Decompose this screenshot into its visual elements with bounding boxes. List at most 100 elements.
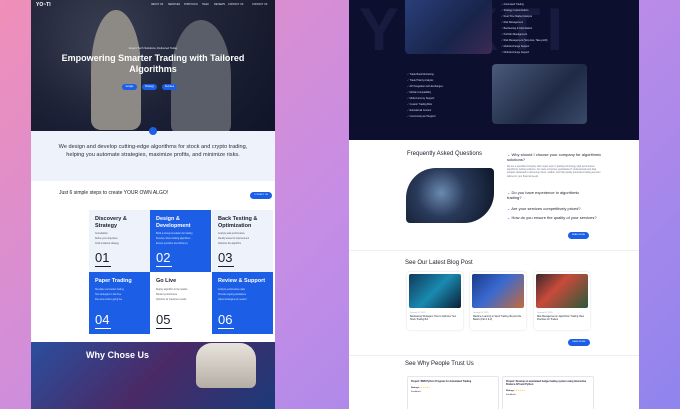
hero-button[interactable]: Google — [122, 84, 137, 90]
step-card[interactable]: Discovery & Strategy Consultation Define… — [89, 210, 150, 272]
step-card[interactable]: Design & Development Build a strong foun… — [150, 210, 211, 272]
step-underline — [156, 266, 172, 267]
blog-caption[interactable]: Risk Management in Algorithmic Trading: … — [537, 316, 587, 323]
divider — [349, 355, 639, 356]
nav-item[interactable]: CONTACT US — [252, 3, 267, 6]
blog-card[interactable]: January 10, 2025 Backtesting Strategies:… — [407, 272, 463, 330]
faq-question[interactable]: Do you have experience in algorithmic tr… — [507, 190, 587, 200]
feature-check: Trade History Analysis — [407, 79, 434, 82]
blog-card[interactable]: January 08, 2025 Machine Learning in Sto… — [470, 272, 526, 330]
step-card[interactable]: Review & Support Analyze performance dat… — [212, 272, 273, 334]
hero-button[interactable]: Services — [162, 84, 177, 90]
blog-image — [536, 274, 588, 308]
step-line: Craft a tailored strategy — [95, 243, 119, 245]
vr-headset-image — [196, 343, 256, 388]
step-number: 06 — [218, 312, 233, 327]
divider — [349, 250, 639, 251]
nav-item[interactable]: TEAM — [202, 3, 209, 6]
step-title: Discovery & Strategy — [95, 216, 127, 229]
nav-item[interactable]: CONTACT US — [228, 3, 243, 6]
step-card[interactable]: Paper Trading Simulate real market tradi… — [89, 272, 150, 334]
step-number: 02 — [156, 250, 171, 265]
hero-button[interactable]: Strategy — [142, 84, 157, 90]
nav-item[interactable]: ABOUT US — [151, 3, 163, 6]
feature-check: Mobile Compatibility — [407, 91, 431, 94]
feature-check: Multi-Exchange Support — [501, 51, 530, 54]
blog-card[interactable]: January 05, 2025 Risk Management in Algo… — [534, 272, 590, 330]
faq-read-more-button[interactable]: READ MORE — [568, 232, 589, 239]
faq-question[interactable]: How do you ensure the quality of your se… — [507, 215, 602, 220]
step-line: Adjust strategies as needed — [218, 298, 247, 301]
step-title: Go Live — [156, 278, 177, 284]
nav-item[interactable]: PORTFOLIO — [184, 3, 198, 6]
feature-check: Educational Content — [407, 109, 432, 112]
faq-question[interactable]: Are your services competitively priced? — [507, 206, 617, 211]
step-card[interactable]: Go Live Deploy algorithm to the market M… — [150, 272, 211, 334]
step-title: Back Testing & Optimization — [218, 216, 258, 229]
blog-image — [409, 274, 461, 308]
rating-label: Ratings: — [506, 390, 515, 393]
left-page-screenshot: YO~TI ABOUT US SERVICES PORTFOLIO TEAM R… — [31, 0, 275, 409]
feature-check: Automated Trading — [501, 3, 524, 6]
testimonial-card: Project: Develop an automated hedge trad… — [502, 376, 594, 409]
blog-date: January 05, 2025 — [537, 312, 553, 314]
testimonial-rating: Ratings: ★★★★★ — [506, 389, 590, 392]
faq-question[interactable]: Why should I choose your company for alg… — [507, 152, 607, 162]
blog-caption[interactable]: Machine Learning in Stock Trading: Beyon… — [473, 316, 523, 323]
feature-check: Risk Management — [501, 21, 523, 24]
step-line: Optimize the algorithm — [218, 243, 241, 245]
intro-text: We design and develop cutting-edge algor… — [58, 144, 248, 158]
feature-check: Multi-Exchange Support — [501, 45, 530, 48]
nav-item[interactable]: SERVICES — [168, 3, 180, 6]
blog-read-more-button[interactable]: READ MORE — [568, 339, 590, 346]
feature-check: API Integration with Exchanges — [407, 85, 443, 88]
faq-title: Frequently Asked Questions — [407, 151, 483, 157]
testimonial-feedback-label: Feedback: — [506, 394, 517, 397]
blog-date: January 08, 2025 — [473, 312, 489, 314]
rating-label: Ratings: — [411, 387, 420, 390]
feature-check: Trade Book Monitoring — [407, 73, 434, 76]
step-title: Design & Development — [156, 216, 191, 229]
feature-check: Strategy Customization — [501, 9, 529, 12]
rating-stars: ★★★★★ — [515, 390, 526, 393]
step-underline — [95, 328, 111, 329]
feature-check: Portfolio Management — [501, 33, 527, 36]
step-title: Paper Trading — [95, 278, 132, 284]
step-number: 05 — [156, 312, 171, 327]
step-underline — [218, 328, 234, 329]
blog-date: January 10, 2025 — [410, 312, 426, 314]
step-line: Fine-tune before going live — [95, 298, 123, 301]
step-card[interactable]: Back Testing & Optimization Analyze past… — [212, 210, 273, 272]
testimonial-rating: Ratings: ★★★★★ — [411, 386, 495, 389]
step-underline — [218, 266, 234, 267]
step-underline — [95, 266, 111, 267]
nav-item[interactable]: REVIEWS — [214, 3, 225, 6]
feature-check: Backtesting & Optimization — [501, 27, 533, 30]
site-logo[interactable]: YO~TI — [36, 2, 51, 8]
hero-person-right — [171, 20, 231, 135]
trading-monitors-image — [492, 64, 587, 124]
steps-title: Just 6 simple steps to create YOUR OWN A… — [59, 190, 169, 196]
right-page-screenshot: YOXTI Automated Trading Strategy Customi… — [349, 0, 639, 409]
step-line: Ensure precision and efficiency — [156, 243, 188, 245]
blog-caption[interactable]: Backtesting Strategies: How to Optimize … — [410, 316, 460, 323]
why-title: Why Chose Us — [86, 350, 150, 360]
scroll-indicator[interactable] — [149, 127, 157, 135]
hero-eyebrow: Expert Tech Solutions, Delivered Today — [128, 46, 178, 50]
feature-check: Community and Support — [407, 115, 436, 118]
blog-title: See Our Latest Blog Post — [405, 260, 473, 266]
trust-title: See Why People Trust Us — [405, 361, 474, 367]
testimonial-feedback-label: Feedback: — [411, 391, 422, 394]
hero-title: Empowering Smarter Trading with Tailored… — [61, 53, 245, 74]
faq-trader-image — [406, 168, 494, 223]
contact-us-button[interactable]: CONTACT US — [250, 192, 272, 199]
trading-desk-image — [405, 0, 492, 54]
feature-check: Custom Trading Bots — [407, 103, 432, 106]
step-number: 03 — [218, 250, 233, 265]
step-underline — [156, 328, 172, 329]
testimonial-card: Project: BNB Python Program for Automate… — [407, 376, 499, 409]
step-number: 01 — [95, 250, 110, 265]
feature-check: Real-Time Market Analysis — [501, 15, 532, 18]
step-line: Optimize for maximum results — [156, 298, 187, 301]
faq-answer: We are a specialist company with expert … — [507, 166, 601, 178]
